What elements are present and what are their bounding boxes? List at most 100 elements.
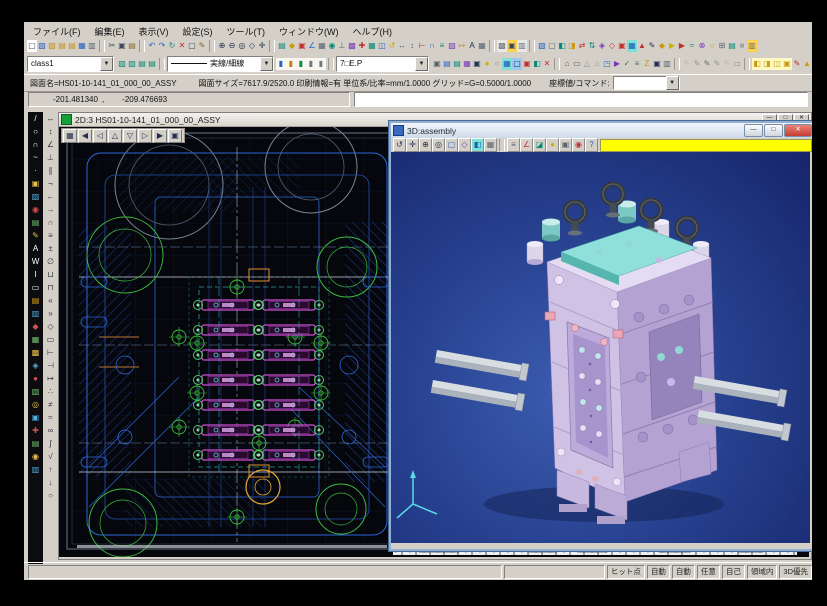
fit-3d-icon[interactable]: ◎ (432, 138, 445, 152)
save-icon[interactable]: ▦ (77, 40, 87, 52)
layer-orange-icon[interactable]: ▮ (286, 58, 296, 70)
db-yellow-icon[interactable]: ▥ (747, 40, 757, 52)
mirror-icon[interactable]: ◫ (377, 40, 387, 52)
open-2d-icon[interactable]: ▧ (37, 40, 47, 52)
chevron-down-icon[interactable]: ▼ (415, 57, 428, 71)
pan-icon[interactable]: ✛ (257, 40, 267, 52)
mapsto-icon[interactable]: ↦ (46, 372, 56, 385)
shade-icon[interactable]: ▦ (502, 58, 512, 70)
play-icon[interactable]: ▶ (612, 58, 622, 70)
linetype-combo[interactable]: 実線/細線 ▼ (167, 56, 274, 72)
check-icon[interactable]: ✓ (622, 58, 632, 70)
menu-item[interactable]: 編集(E) (88, 25, 132, 38)
card-icon[interactable]: ▥ (662, 58, 672, 70)
view-3d-icon[interactable]: ▦ (627, 40, 637, 52)
refresh-icon[interactable]: ↻ (167, 40, 177, 52)
list-icon[interactable]: ≡ (632, 58, 642, 70)
page-copy-icon[interactable]: ▤ (137, 58, 147, 70)
move-icon[interactable]: ↔ (397, 40, 407, 52)
spline-icon[interactable]: ~ (31, 151, 41, 164)
command-input[interactable] (354, 92, 808, 107)
measure-icon[interactable]: ∠ (307, 40, 317, 52)
bulb-on-icon[interactable]: ● (482, 58, 492, 70)
hatch-tool-icon[interactable]: ▨ (31, 190, 41, 203)
triangle-icon[interactable]: △ (582, 58, 592, 70)
point-icon[interactable]: · (31, 164, 41, 177)
angle-close-icon[interactable]: » (46, 307, 56, 320)
open-3d-icon[interactable]: ▨ (47, 40, 57, 52)
view-front-icon[interactable]: ▤ (442, 58, 452, 70)
help-3d-icon[interactable]: ? (585, 138, 598, 152)
menu-item[interactable]: ツール(T) (220, 25, 273, 38)
array-icon[interactable]: ▦ (367, 40, 377, 52)
perpendicular-icon[interactable]: ⊥ (46, 151, 56, 164)
status-cell[interactable]: 自己 (722, 565, 745, 579)
page-new-icon[interactable]: ▤ (147, 58, 157, 70)
plus-minus-icon[interactable]: ± (46, 242, 56, 255)
dot-r-icon[interactable]: ● (31, 372, 41, 385)
attach-icon[interactable]: ◈ (597, 40, 607, 52)
zoom-fit-icon[interactable]: ◇ (247, 40, 257, 52)
layer-blue-icon[interactable]: ▮ (276, 58, 286, 70)
select-icon[interactable]: ▢ (187, 40, 197, 52)
arrow-right-icon[interactable]: → (46, 203, 56, 216)
3d-viewport[interactable] (391, 152, 810, 543)
sync-icon[interactable]: ⇅ (587, 40, 597, 52)
light-3d-icon[interactable]: ● (546, 138, 559, 152)
text-w-icon[interactable]: W (31, 255, 41, 268)
slot-o-icon[interactable]: ▭ (46, 333, 56, 346)
diameter-icon[interactable]: ∅ (46, 255, 56, 268)
angle-open-icon[interactable]: « (46, 294, 56, 307)
redo-icon[interactable]: ↷ (157, 40, 167, 52)
therefore-icon[interactable]: ∴ (46, 385, 56, 398)
not-equal-icon[interactable]: ≠ (46, 398, 56, 411)
status-cell[interactable]: 3D優先 (779, 565, 812, 579)
bulb-icon[interactable]: ○ (707, 40, 717, 52)
offset-icon[interactable]: ≡ (437, 40, 447, 52)
arc-dim-icon[interactable]: ∩ (46, 216, 56, 229)
plot-icon[interactable]: ▣ (297, 40, 307, 52)
database-icon[interactable]: ▥ (517, 40, 527, 52)
cut-icon[interactable]: ✂ (107, 40, 117, 52)
tree-icon[interactable]: ▧ (537, 40, 547, 52)
snap-mid-icon[interactable]: ◨ (762, 58, 772, 70)
plane-combo[interactable]: 7□E.P ▼ (336, 56, 429, 72)
group-icon[interactable]: ▩ (347, 40, 357, 52)
pen-icon[interactable]: ✎ (197, 40, 207, 52)
snap-icon[interactable]: ◉ (327, 40, 337, 52)
cross-r-icon[interactable]: ✚ (31, 424, 41, 437)
trim-icon[interactable]: ⊢ (417, 40, 427, 52)
print-icon[interactable]: ▥ (87, 40, 97, 52)
view-front-3d-icon[interactable]: ▢ (445, 138, 458, 152)
window-new-icon[interactable]: ▢ (547, 40, 557, 52)
command-combo[interactable]: ▼ (613, 76, 680, 90)
line-icon[interactable]: / (31, 112, 41, 125)
circle-sm-icon[interactable]: ○ (46, 489, 56, 502)
view-iso-3d-icon[interactable]: ◇ (458, 138, 471, 152)
menu-item[interactable]: 表示(V) (132, 25, 176, 38)
chevron-down-icon[interactable]: ▼ (260, 57, 273, 71)
render-icon[interactable]: ▣ (522, 58, 532, 70)
wave-icon[interactable]: ≈ (687, 40, 697, 52)
snap-end-icon[interactable]: ◧ (752, 58, 762, 70)
root-icon[interactable]: √ (46, 450, 56, 463)
go-first-icon[interactable]: ◀ (78, 129, 92, 143)
eraser-icon[interactable]: ▭ (732, 58, 742, 70)
sheet-grid-icon[interactable]: ▦ (63, 129, 77, 143)
sketch-pen-icon[interactable]: ✎ (31, 229, 41, 242)
pencil-5-icon[interactable]: ✎ (722, 58, 732, 70)
disc-y-icon[interactable]: ◉ (31, 450, 41, 463)
arrow-left-icon[interactable]: ← (46, 190, 56, 203)
new-file-icon[interactable]: ▢ (27, 40, 37, 52)
pick-pen-icon[interactable]: ✎ (792, 58, 802, 70)
gem-b-icon[interactable]: ◈ (31, 359, 41, 372)
status-cell[interactable]: 自動 (647, 565, 670, 579)
target-icon[interactable]: ◉ (31, 203, 41, 216)
layer-gray-1-icon[interactable]: ▮ (306, 58, 316, 70)
tack-right-icon[interactable]: ⊣ (46, 359, 56, 372)
capture-3d-icon[interactable]: ◉ (572, 138, 585, 152)
3d-close-button[interactable]: ✕ (784, 124, 812, 137)
text-a-icon[interactable]: A (31, 242, 41, 255)
not-sign-icon[interactable]: ¬ (46, 177, 56, 190)
infinity-icon[interactable]: ∞ (46, 424, 56, 437)
